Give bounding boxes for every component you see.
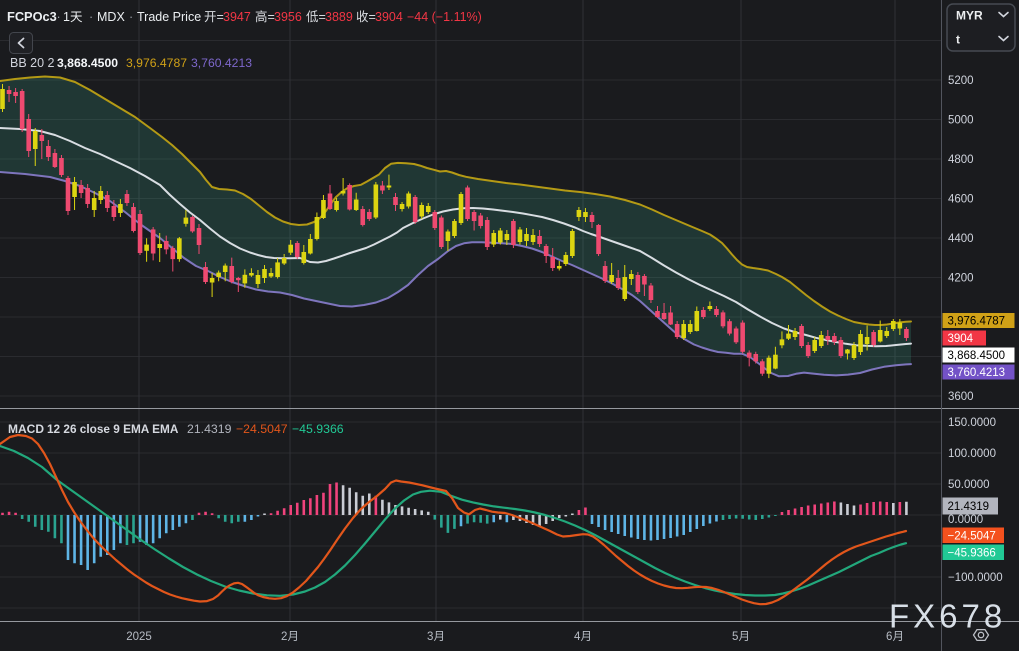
svg-text:3,760.4213: 3,760.4213 bbox=[948, 367, 1006, 379]
svg-text:BB 20 2: BB 20 2 bbox=[10, 56, 55, 70]
svg-text:·: · bbox=[129, 10, 133, 24]
svg-text:−100.0000: −100.0000 bbox=[948, 572, 1003, 584]
svg-text:3,976.4787: 3,976.4787 bbox=[948, 316, 1006, 328]
svg-text:3947: 3947 bbox=[223, 10, 251, 24]
svg-text:3956: 3956 bbox=[274, 10, 302, 24]
svg-text:2月: 2月 bbox=[281, 631, 299, 643]
svg-text:FX678: FX678 bbox=[889, 598, 1006, 635]
svg-text:50.0000: 50.0000 bbox=[948, 479, 990, 491]
svg-text:MYR: MYR bbox=[956, 9, 983, 23]
svg-text:3,760.4213: 3,760.4213 bbox=[191, 56, 252, 70]
svg-text:低=: 低= bbox=[306, 10, 326, 24]
svg-text:3904: 3904 bbox=[948, 333, 974, 345]
svg-text:·: · bbox=[89, 10, 93, 24]
svg-text:4月: 4月 bbox=[574, 631, 592, 643]
svg-text:开=: 开= bbox=[204, 10, 224, 24]
svg-text:3,976.4787: 3,976.4787 bbox=[126, 56, 187, 70]
svg-text:3月: 3月 bbox=[427, 631, 445, 643]
svg-text:1天: 1天 bbox=[63, 10, 83, 24]
svg-text:4800: 4800 bbox=[948, 154, 974, 166]
svg-text:−24.5047: −24.5047 bbox=[948, 530, 996, 542]
svg-text:4400: 4400 bbox=[948, 233, 974, 245]
svg-text:150.0000: 150.0000 bbox=[948, 417, 996, 429]
svg-text:3,868.4500: 3,868.4500 bbox=[948, 350, 1006, 362]
svg-text:3889: 3889 bbox=[325, 10, 353, 24]
svg-text:FCPOc3: FCPOc3 bbox=[7, 9, 57, 24]
svg-text:高=: 高= bbox=[255, 9, 275, 24]
svg-text:t: t bbox=[956, 33, 960, 47]
svg-text:−45.9366: −45.9366 bbox=[948, 547, 996, 559]
svg-text:3904: 3904 bbox=[375, 10, 403, 24]
svg-text:−24.5047: −24.5047 bbox=[236, 422, 288, 436]
svg-text:Trade Price: Trade Price bbox=[137, 10, 201, 24]
svg-text:12 26 close 9 EMA EMA: 12 26 close 9 EMA EMA bbox=[47, 422, 179, 436]
svg-text:MACD: MACD bbox=[8, 422, 44, 436]
svg-text:2025: 2025 bbox=[126, 631, 152, 643]
svg-text:·: · bbox=[57, 10, 61, 24]
svg-text:5月: 5月 bbox=[732, 631, 750, 643]
svg-text:3600: 3600 bbox=[948, 391, 974, 403]
svg-text:3,868.4500: 3,868.4500 bbox=[57, 56, 118, 70]
svg-text:−45.9366: −45.9366 bbox=[292, 422, 344, 436]
svg-text:−44 (−1.11%): −44 (−1.11%) bbox=[407, 10, 482, 24]
svg-text:5000: 5000 bbox=[948, 115, 974, 127]
svg-text:5200: 5200 bbox=[948, 75, 974, 87]
svg-text:收=: 收= bbox=[356, 10, 376, 24]
svg-text:0.0000: 0.0000 bbox=[948, 514, 983, 526]
svg-text:MDX: MDX bbox=[97, 10, 125, 24]
svg-text:4600: 4600 bbox=[948, 194, 974, 206]
svg-text:21.4319: 21.4319 bbox=[187, 422, 232, 436]
svg-text:100.0000: 100.0000 bbox=[948, 448, 996, 460]
svg-text:21.4319: 21.4319 bbox=[948, 501, 990, 513]
svg-text:4200: 4200 bbox=[948, 273, 974, 285]
